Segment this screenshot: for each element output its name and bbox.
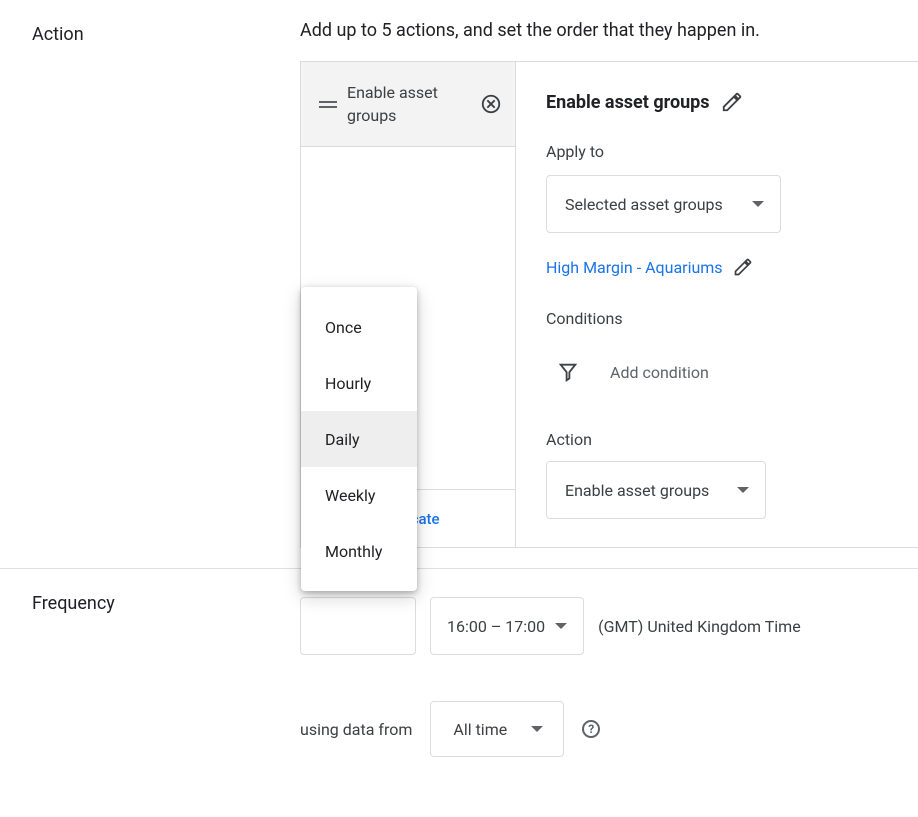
conditions-label: Conditions <box>546 309 889 328</box>
edit-title-pencil-icon[interactable] <box>720 90 744 114</box>
detail-title: Enable asset groups <box>546 92 710 113</box>
frequency-select-placeholder[interactable] <box>300 597 416 655</box>
funnel-icon <box>556 360 580 384</box>
frequency-controls: 16:00 – 17:00 (GMT) United Kingdom Time … <box>300 597 918 655</box>
data-from-row: using data from All time ? <box>300 701 918 757</box>
chevron-down-icon <box>531 726 543 732</box>
frequency-menu-item[interactable]: Daily <box>301 411 417 467</box>
frequency-menu-item[interactable]: Monthly <box>301 523 417 579</box>
apply-to-label: Apply to <box>546 142 889 161</box>
action-detail-column: Enable asset groups Apply to Selected as… <box>516 62 918 547</box>
frequency-section: Frequency 16:00 – 17:00 (GMT) United Kin… <box>0 569 918 817</box>
chevron-down-icon <box>555 623 567 629</box>
asset-group-link[interactable]: High Margin - Aquariums <box>546 258 723 277</box>
using-data-label: using data from <box>300 720 412 739</box>
frequency-menu-item[interactable]: Once <box>301 299 417 355</box>
frequency-menu-item[interactable]: Hourly <box>301 355 417 411</box>
drag-handle-icon[interactable] <box>319 97 337 111</box>
action-tab[interactable]: Enable asset groups <box>301 62 515 147</box>
help-icon[interactable]: ? <box>582 720 600 738</box>
action-description: Add up to 5 actions, and set the order t… <box>300 20 918 41</box>
apply-to-value: Selected asset groups <box>565 195 723 214</box>
action-select[interactable]: Enable asset groups <box>546 461 766 519</box>
action-tab-label: Enable asset groups <box>347 81 469 127</box>
apply-to-select[interactable]: Selected asset groups <box>546 175 781 233</box>
frequency-menu: OnceHourlyDailyWeeklyMonthly <box>301 287 417 591</box>
add-condition-button[interactable]: Add condition <box>610 363 709 382</box>
action-heading: Action <box>0 0 300 69</box>
data-window-value: All time <box>453 720 507 739</box>
time-range-value: 16:00 – 17:00 <box>447 617 545 636</box>
action-section: Action Add up to 5 actions, and set the … <box>0 0 918 568</box>
close-icon[interactable] <box>479 92 503 116</box>
data-window-select[interactable]: All time <box>430 701 564 757</box>
chevron-down-icon <box>737 487 749 493</box>
frequency-heading: Frequency <box>0 569 300 638</box>
action-value: Enable asset groups <box>565 481 709 500</box>
time-range-select[interactable]: 16:00 – 17:00 <box>430 597 584 655</box>
action-sub-label: Action <box>546 430 889 449</box>
timezone-text: (GMT) United Kingdom Time <box>598 617 801 636</box>
chevron-down-icon <box>752 201 764 207</box>
frequency-menu-item[interactable]: Weekly <box>301 467 417 523</box>
edit-asset-pencil-icon[interactable] <box>731 255 755 279</box>
